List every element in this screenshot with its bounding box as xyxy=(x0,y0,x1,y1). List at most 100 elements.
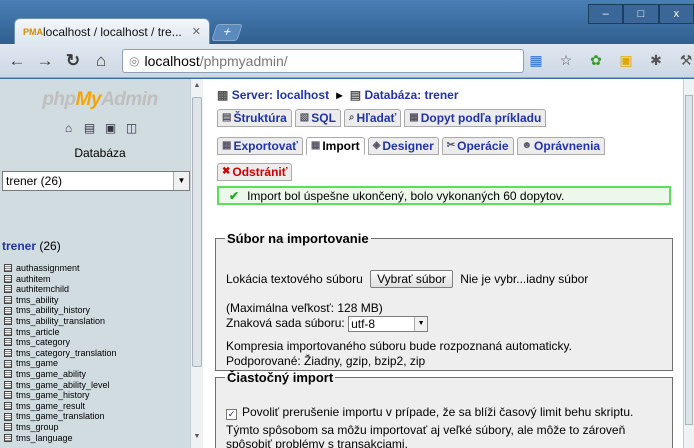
table-list-item[interactable]: tms_ability xyxy=(4,295,192,306)
tab-label: Oprávnenia xyxy=(534,139,601,153)
table-list-item[interactable]: tms_game xyxy=(4,358,192,369)
database-select[interactable]: trener (26) ▼ xyxy=(2,171,190,191)
tab-structure[interactable]: ▤ Štruktúra xyxy=(217,109,292,127)
table-list-item[interactable]: tms_category xyxy=(4,337,192,348)
tab-row-3: ✖ Odstrániť xyxy=(217,163,293,181)
table-icon xyxy=(4,391,12,400)
table-name: tms_group xyxy=(16,421,59,432)
table-icon xyxy=(4,402,12,411)
partial-import-legend: Čiastočný import xyxy=(227,370,334,385)
table-list-item[interactable]: tms_game_result xyxy=(4,401,192,412)
breadcrumb: ▦ Server: localhost ▸ ▤ Databáza: trener xyxy=(217,88,459,102)
minimize-button[interactable]: – xyxy=(588,4,624,24)
table-name: authitemchild xyxy=(16,284,70,295)
breadcrumb-database[interactable]: Databáza: trener xyxy=(364,88,458,102)
tab-operations[interactable]: ✂ Operácie xyxy=(441,137,514,155)
table-list-item[interactable]: tms_ability_history xyxy=(4,305,192,316)
address-bar[interactable]: ◎ localhost/phpmyadmin/ xyxy=(122,49,524,73)
table-name: tms_game_translation xyxy=(16,411,105,422)
tab-row-2: ▦ Exportovať ▦ Import ◈ Designer ✂ Operácie … xyxy=(217,137,606,155)
reload-icon[interactable]: ↻ xyxy=(62,50,84,72)
tab-title: localhost / localhost / tre... xyxy=(43,24,182,39)
allow-interrupt-row[interactable]: ✓ Povoliť prerušenie importu v prípade, ž… xyxy=(226,405,633,420)
docs-icon[interactable]: ▣ xyxy=(103,121,118,136)
tab-query[interactable]: ▦ Dopyt podľa príkladu xyxy=(404,109,547,127)
home-icon[interactable]: ⌂ xyxy=(61,121,76,136)
url-path: /phpmyadmin/ xyxy=(199,53,288,69)
table-list-item[interactable]: tms_article xyxy=(4,327,192,338)
table-name: tms_game_result xyxy=(16,400,86,411)
table-list-item[interactable]: tms_language xyxy=(4,433,192,444)
sidebar-icon-row: ⌂ ▤ ▣ ◫ xyxy=(0,121,200,136)
database-select-value: trener (26) xyxy=(6,174,63,188)
table-list-item[interactable]: authassignment xyxy=(4,263,192,274)
tab-designer[interactable]: ◈ Designer xyxy=(367,137,439,155)
allow-interrupt-checkbox[interactable]: ✓ xyxy=(226,409,237,420)
bookmark-star-icon[interactable]: ☆ xyxy=(556,50,576,70)
breadcrumb-server[interactable]: Server: localhost xyxy=(232,88,329,102)
table-list-item[interactable]: authitem xyxy=(4,274,192,285)
table-list-item[interactable]: tms_game_history xyxy=(4,390,192,401)
extension-grid-icon[interactable]: ▦ xyxy=(526,50,546,70)
sql-query-icon[interactable]: ▤ xyxy=(82,121,97,136)
new-tab-button[interactable]: + xyxy=(211,24,243,41)
scroll-up-icon[interactable]: ▲ xyxy=(192,82,202,94)
table-icon xyxy=(4,412,12,421)
tab-label: Štruktúra xyxy=(233,111,287,125)
close-window-button[interactable]: x xyxy=(658,4,694,24)
supported-formats: Podporované: Žiadny, gzip, bzip2, zip xyxy=(226,354,426,368)
phpmyadmin-logo[interactable]: phpMyAdmin xyxy=(0,89,200,111)
table-list-item[interactable]: tms_category_translation xyxy=(4,348,192,359)
tab-search[interactable]: ⌕ Hľadať xyxy=(343,109,402,127)
charset-select[interactable]: utf-8 ▼ xyxy=(348,316,429,332)
forward-arrow-icon[interactable]: → xyxy=(34,50,56,72)
breadcrumb-separator-icon: ▸ xyxy=(336,88,343,102)
sql-icon: ▧ xyxy=(299,112,310,123)
table-list-item[interactable]: authitemchild xyxy=(4,284,192,295)
scrollbar-thumb[interactable] xyxy=(685,95,693,425)
file-location-label: Lokácia textového súboru xyxy=(226,272,363,286)
tab-privileges[interactable]: ☻ Oprávnenia xyxy=(516,137,606,155)
tab-sql[interactable]: ▧ SQL xyxy=(294,109,341,127)
logo-my: My xyxy=(75,89,102,110)
main-scrollbar[interactable] xyxy=(683,79,694,448)
table-list-item[interactable]: tms_group xyxy=(4,422,192,433)
reload-nav-icon[interactable]: ◫ xyxy=(124,121,139,136)
success-text: Import bol úspešne ukončený, bolo vykona… xyxy=(247,188,565,203)
charset-row: Znaková sada súboru: utf-8 ▼ xyxy=(226,316,429,332)
maximize-button[interactable]: □ xyxy=(623,4,659,24)
tab-export[interactable]: ▦ Exportovať xyxy=(217,137,303,155)
scroll-down-icon[interactable]: ▼ xyxy=(192,433,202,445)
tab-drop[interactable]: ✖ Odstrániť xyxy=(217,163,293,181)
home-icon[interactable]: ⌂ xyxy=(90,50,112,72)
window-controls: – □ x xyxy=(588,4,694,24)
extension-folder-icon[interactable]: ▣ xyxy=(616,50,636,70)
table-name: authassignment xyxy=(16,263,80,273)
tab-close-icon[interactable]: ✕ xyxy=(192,25,201,38)
back-arrow-icon[interactable]: ← xyxy=(6,50,28,72)
charset-label: Znaková sada súboru: xyxy=(226,316,345,331)
table-list-item[interactable]: tms_game_ability_level xyxy=(4,380,192,391)
table-icon xyxy=(4,423,12,432)
database-icon: ▤ xyxy=(349,88,362,102)
extension-gear-icon[interactable]: ✱ xyxy=(646,50,666,70)
sidebar-scrollbar[interactable]: ▲ ▼ xyxy=(190,79,203,448)
compression-note: Kompresia importovaného súboru bude rozp… xyxy=(226,339,572,353)
table-name: tms_ability_history xyxy=(16,305,91,316)
extension-leaf-icon[interactable]: ✿ xyxy=(586,50,606,70)
export-icon: ▦ xyxy=(222,140,232,151)
success-message: ✔ Import bol úspešne ukončený, bolo vyko… xyxy=(217,186,671,205)
browser-tab[interactable]: PMA localhost / localhost / tre... ✕ xyxy=(14,18,210,44)
choose-file-button[interactable]: Vybrať súbor xyxy=(370,270,453,288)
table-icon xyxy=(4,433,12,442)
table-list-item[interactable]: tms_ability_translation xyxy=(4,316,192,327)
chevron-down-icon: ▼ xyxy=(173,172,189,190)
scrollbar-thumb[interactable] xyxy=(192,97,202,367)
file-import-legend: Súbor na importovanie xyxy=(227,231,369,246)
table-list-item[interactable]: tms_game_ability xyxy=(4,369,192,380)
delete-icon: ✖ xyxy=(222,166,231,177)
wrench-icon[interactable]: ⚒ xyxy=(676,50,694,70)
current-database-heading[interactable]: trener (26) xyxy=(2,239,61,253)
tab-import[interactable]: ▦ Import xyxy=(305,137,365,155)
table-list-item[interactable]: tms_game_translation xyxy=(4,411,192,422)
